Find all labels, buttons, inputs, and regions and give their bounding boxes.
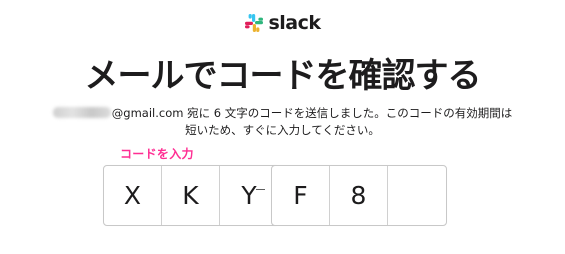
slack-logo-icon [245, 14, 264, 32]
description: @gmail.com 宛に 6 文字のコードを送信しました。このコードの有効期間… [30, 105, 535, 139]
code-digit-1[interactable]: X [104, 166, 162, 225]
code-group-first: X K Y [103, 165, 279, 226]
description-line2: 短いため、すぐに入力してください。 [185, 123, 380, 137]
code-digit-2[interactable]: K [162, 166, 220, 225]
code-digit-4[interactable]: F [272, 166, 330, 225]
redacted-email-local-part [52, 107, 111, 118]
description-line1: 宛に 6 文字のコードを送信しました。このコードの有効期間は [183, 106, 513, 120]
page-title: メールでコードを確認する [84, 56, 482, 96]
code-digit-3[interactable]: Y [220, 166, 278, 225]
slack-wordmark: slack [268, 12, 321, 34]
slack-logo: slack [0, 12, 565, 34]
code-digit-6[interactable] [388, 166, 446, 225]
email-domain: @gmail.com [111, 106, 184, 120]
confirmation-code-input[interactable]: X K Y F 8 [103, 165, 448, 226]
code-separator-dash [256, 189, 265, 190]
enter-code-annotation: コードを入力 [120, 147, 194, 161]
code-group-second: F 8 [271, 165, 447, 226]
code-digit-5[interactable]: 8 [330, 166, 388, 225]
